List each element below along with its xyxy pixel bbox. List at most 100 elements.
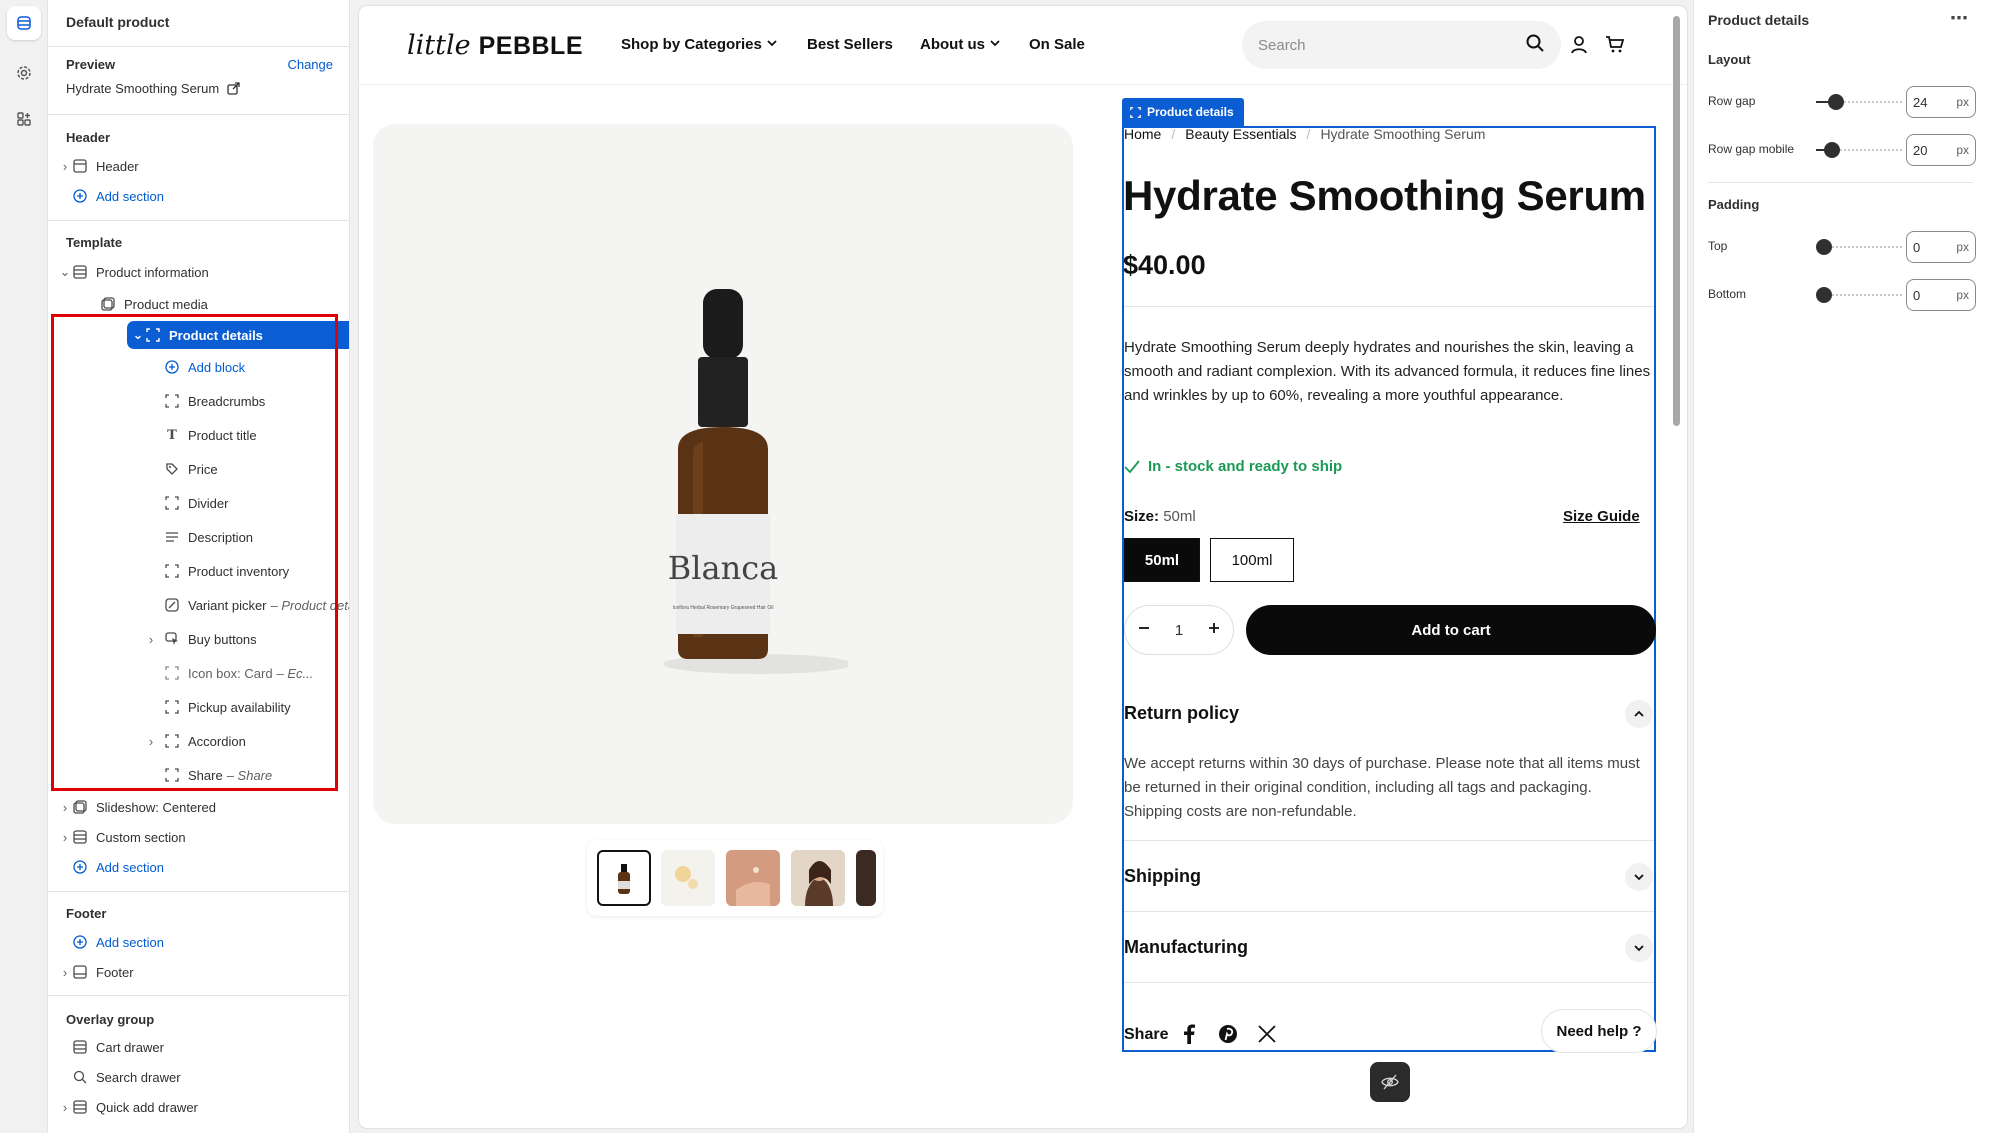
store-search-input[interactable] bbox=[1258, 36, 1498, 54]
section-product-information[interactable]: ⌄ Product information bbox=[58, 258, 338, 286]
sections-icon bbox=[17, 16, 31, 30]
row-gap-mobile-input[interactable]: 20 px bbox=[1906, 134, 1976, 166]
slider-knob[interactable] bbox=[1824, 142, 1840, 158]
section-label: Footer bbox=[96, 964, 134, 980]
layout-heading: Layout bbox=[1708, 52, 1751, 67]
accordion-return-policy-body: We accept returns within 30 days of purc… bbox=[1124, 755, 1640, 820]
theme-settings-button[interactable] bbox=[7, 56, 41, 90]
padding-bottom-value: 0 bbox=[1913, 287, 1921, 303]
chevron-right-icon: › bbox=[62, 1099, 68, 1115]
product-details-tag[interactable]: Product details bbox=[1122, 98, 1244, 126]
breadcrumb-home[interactable]: Home bbox=[1124, 126, 1161, 142]
account-icon[interactable] bbox=[1569, 34, 1589, 59]
hide-overlay-button[interactable] bbox=[1370, 1062, 1410, 1102]
cart-icon[interactable] bbox=[1605, 34, 1625, 59]
section-cart-drawer[interactable]: Cart drawer bbox=[72, 1033, 349, 1061]
size-option-100ml[interactable]: 100ml bbox=[1210, 538, 1294, 582]
divider bbox=[48, 46, 349, 47]
chevron-right-icon: › bbox=[62, 964, 68, 980]
template-title: Default product bbox=[66, 14, 170, 30]
add-section-footer[interactable]: Add section bbox=[72, 928, 349, 956]
need-help-button[interactable]: Need help ? bbox=[1541, 1009, 1657, 1053]
block-settings-panel: Product details ⋯ Layout Row gap 24 px R… bbox=[1693, 0, 1993, 1133]
slider-knob[interactable] bbox=[1816, 239, 1832, 255]
serum-bottle-image: Blanca Iceflora Herbal Rosemary Grapesee… bbox=[663, 289, 848, 674]
plus-circle-icon bbox=[72, 188, 88, 204]
row-gap-slider[interactable] bbox=[1816, 94, 1902, 110]
nav-shop-by-categories[interactable]: Shop by Categories bbox=[621, 36, 778, 53]
padding-bottom-input[interactable]: 0 px bbox=[1906, 279, 1976, 311]
add-section-label: Add section bbox=[96, 859, 164, 875]
divider bbox=[1708, 182, 1973, 183]
plus-circle-icon bbox=[72, 934, 88, 950]
chevron-up-icon[interactable] bbox=[1625, 700, 1653, 728]
breadcrumb-separator: / bbox=[1171, 126, 1176, 142]
size-label-text: Size: bbox=[1124, 508, 1160, 525]
accordion-manufacturing-title[interactable]: Manufacturing bbox=[1124, 937, 1248, 958]
size-label: Size: 50ml bbox=[1124, 508, 1196, 525]
sections-nav-button[interactable] bbox=[7, 6, 41, 40]
minus-icon[interactable] bbox=[1137, 621, 1151, 639]
section-label: Quick add drawer bbox=[96, 1099, 198, 1115]
nav-on-sale[interactable]: On Sale bbox=[1029, 36, 1085, 53]
accordion-shipping-title[interactable]: Shipping bbox=[1124, 866, 1201, 887]
slider-knob[interactable] bbox=[1816, 287, 1832, 303]
overlay-group-label: Overlay group bbox=[66, 1012, 155, 1027]
section-label: Header bbox=[96, 158, 139, 174]
thumbnail-drops[interactable] bbox=[661, 850, 715, 906]
section-header[interactable]: › Header bbox=[58, 152, 338, 180]
thumbnail-hand[interactable] bbox=[726, 850, 780, 906]
plus-icon[interactable] bbox=[1207, 621, 1221, 639]
tag-label: Product details bbox=[1147, 105, 1234, 119]
thumbnail-partial[interactable] bbox=[856, 850, 876, 906]
breadcrumb-category[interactable]: Beauty Essentials bbox=[1185, 126, 1296, 142]
section-custom[interactable]: › Custom section bbox=[58, 823, 338, 851]
section-search-drawer[interactable]: Search drawer bbox=[72, 1063, 349, 1091]
breadcrumb-current: Hydrate Smoothing Serum bbox=[1320, 126, 1486, 142]
size-option-50ml[interactable]: 50ml bbox=[1124, 538, 1200, 582]
padding-bottom-slider[interactable] bbox=[1816, 287, 1902, 303]
preview-scrollbar[interactable] bbox=[1673, 16, 1680, 426]
section-slideshow[interactable]: › Slideshow: Centered bbox=[58, 793, 338, 821]
padding-top-input[interactable]: 0 px bbox=[1906, 231, 1976, 263]
section-quick-add-drawer[interactable]: › Quick add drawer bbox=[58, 1093, 338, 1121]
slider-knob[interactable] bbox=[1828, 94, 1844, 110]
quantity-value[interactable]: 1 bbox=[1175, 622, 1183, 639]
nav-about-us[interactable]: About us bbox=[920, 36, 1001, 53]
thumbnail-bottle[interactable] bbox=[597, 850, 651, 906]
row-gap-label: Row gap bbox=[1708, 94, 1756, 108]
layout-icon bbox=[72, 158, 88, 174]
divider bbox=[48, 891, 349, 892]
apps-button[interactable] bbox=[7, 102, 41, 136]
chevron-down-icon: ⌄ bbox=[59, 264, 71, 279]
row-gap-mobile-slider[interactable] bbox=[1816, 142, 1902, 158]
facebook-icon[interactable] bbox=[1183, 1024, 1195, 1049]
add-to-cart-button[interactable]: Add to cart bbox=[1246, 605, 1656, 655]
search-icon[interactable] bbox=[1525, 33, 1545, 58]
store-logo[interactable]: little PEBBLE bbox=[407, 30, 583, 61]
divider bbox=[1124, 840, 1654, 841]
preview-product[interactable]: Hydrate Smoothing Serum bbox=[66, 81, 240, 96]
size-guide-link[interactable]: Size Guide bbox=[1563, 508, 1640, 525]
pinterest-icon[interactable] bbox=[1218, 1024, 1238, 1049]
add-section-header[interactable]: Add section bbox=[72, 182, 349, 210]
sections-sidebar: Default product Preview Change Hydrate S… bbox=[48, 0, 350, 1133]
storefront-preview: little PEBBLE Shop by Categories Best Se… bbox=[359, 6, 1687, 1128]
eye-hidden-icon bbox=[1381, 1074, 1399, 1090]
accordion-return-policy-title[interactable]: Return policy bbox=[1124, 703, 1239, 724]
chevron-down-icon[interactable] bbox=[1625, 863, 1653, 891]
thumbnail-model[interactable] bbox=[791, 850, 845, 906]
block-label: Product media bbox=[124, 296, 208, 312]
x-twitter-icon[interactable] bbox=[1258, 1025, 1276, 1048]
row-gap-input[interactable]: 24 px bbox=[1906, 86, 1976, 118]
nav-best-sellers[interactable]: Best Sellers bbox=[807, 36, 893, 53]
product-media-gallery[interactable]: Blanca Iceflora Herbal Rosemary Grapesee… bbox=[373, 124, 1073, 916]
padding-top-slider[interactable] bbox=[1816, 239, 1902, 255]
section-footer[interactable]: › Footer bbox=[58, 958, 338, 986]
row-gap-value: 24 bbox=[1913, 94, 1928, 110]
change-preview-link[interactable]: Change bbox=[287, 57, 333, 72]
more-options-icon[interactable]: ⋯ bbox=[1950, 8, 1968, 29]
chevron-down-icon[interactable] bbox=[1625, 934, 1653, 962]
add-section-template[interactable]: Add section bbox=[72, 853, 349, 881]
divider bbox=[1124, 982, 1654, 983]
